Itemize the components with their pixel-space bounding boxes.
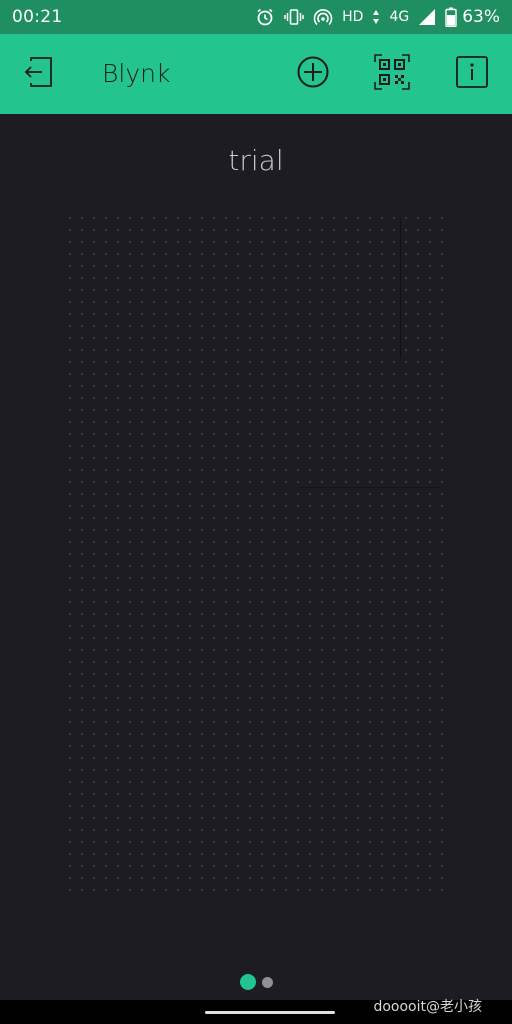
data-arrows-icon <box>372 9 380 25</box>
canvas-guide-line <box>400 218 401 358</box>
project-info-button[interactable] <box>454 56 490 92</box>
battery-percent: 63% <box>462 7 500 27</box>
page-indicator <box>0 972 512 992</box>
home-gesture-handle[interactable] <box>205 1011 335 1014</box>
status-time: 00:21 <box>12 7 63 27</box>
page-dot-2[interactable] <box>261 976 273 988</box>
app-title: Blynk <box>102 59 171 88</box>
logout-icon <box>22 55 54 93</box>
signal-icon <box>418 8 436 26</box>
qr-code-icon <box>374 54 410 94</box>
qr-scan-button[interactable] <box>374 54 410 94</box>
info-icon <box>455 55 489 93</box>
add-widget-icon <box>296 55 330 93</box>
canvas-guide-line <box>300 487 440 488</box>
blynk-app-screen: 00:21 HD 4G 63% Blynk trial dooooit@老小孩 <box>0 0 512 1024</box>
alarm-icon <box>255 7 275 27</box>
logout-button[interactable] <box>20 56 56 92</box>
page-dot-1[interactable] <box>239 974 256 990</box>
dashboard-widget-canvas[interactable] <box>64 212 448 900</box>
project-title: trial <box>228 144 284 177</box>
watermark: dooooit@老小孩 <box>373 999 482 1015</box>
status-bar: 00:21 HD 4G 63% <box>0 0 512 34</box>
vibrate-icon <box>284 7 304 27</box>
network-hd-label: HD <box>342 9 364 25</box>
hotspot-icon <box>313 7 333 27</box>
add-widget-button[interactable] <box>295 56 331 92</box>
app-bar: Blynk <box>0 34 512 114</box>
network-type-label: 4G <box>389 9 410 25</box>
battery-icon <box>445 7 457 27</box>
status-icons: HD 4G 63% <box>255 7 500 27</box>
